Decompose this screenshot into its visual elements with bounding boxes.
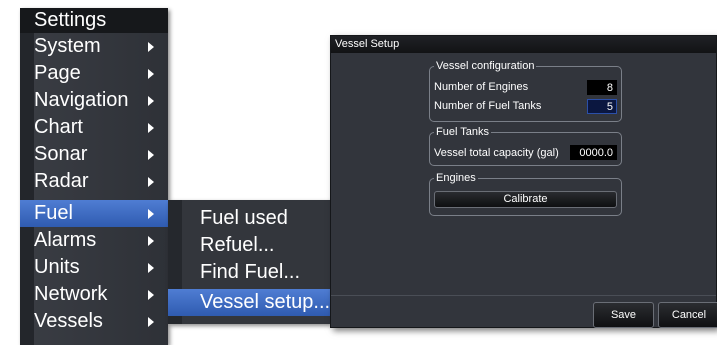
submenu-item-fuel-used[interactable]: Fuel used: [168, 205, 330, 232]
submenu-arrow-icon: [148, 42, 154, 52]
submenu-arrow-icon: [148, 209, 154, 219]
submenu-arrow-icon: [148, 69, 154, 79]
engines-label: Number of Engines: [434, 81, 529, 93]
settings-menu: Settings System Page Navigation Chart So…: [20, 8, 168, 345]
fuel-submenu: Fuel used Refuel... Find Fuel... Vessel …: [168, 200, 330, 324]
menu-item-label: Radar: [34, 170, 89, 192]
fuel-tanks-group: Fuel Tanks Vessel total capacity (gal) 0…: [429, 125, 622, 166]
menu-item-label: Vessels: [34, 310, 103, 332]
vessel-configuration-group: Vessel configuration Number of Engines 8…: [429, 59, 622, 122]
menu-item-sonar[interactable]: Sonar: [20, 141, 168, 168]
menu-item-label: Units: [34, 256, 80, 278]
cancel-button[interactable]: Cancel: [658, 302, 717, 328]
dialog-title: Vessel Setup: [331, 36, 716, 53]
submenu-arrow-icon: [148, 96, 154, 106]
submenu-arrow-icon: [148, 150, 154, 160]
fuel-tanks-label: Number of Fuel Tanks: [434, 100, 542, 112]
vessel-setup-dialog: Vessel Setup Vessel configuration Number…: [330, 35, 717, 328]
menu-item-vessels[interactable]: Vessels: [20, 308, 168, 335]
settings-menu-title: Settings: [20, 8, 168, 33]
group-legend: Vessel configuration: [434, 59, 537, 73]
menu-item-label: Navigation: [34, 89, 129, 111]
menu-item-label: Alarms: [34, 229, 97, 251]
submenu-item-vessel-setup[interactable]: Vessel setup...: [168, 289, 330, 316]
fuel-tanks-count-field[interactable]: 5: [587, 99, 617, 114]
engines-count-field[interactable]: 8: [587, 80, 617, 95]
submenu-arrow-icon: [148, 290, 154, 300]
menu-item-label: Chart: [34, 116, 83, 138]
menu-item-label: System: [34, 35, 101, 57]
menu-item-label: Network: [34, 283, 108, 305]
capacity-label: Vessel total capacity (gal): [434, 147, 559, 159]
total-capacity-field[interactable]: 0000.0: [570, 145, 617, 160]
menu-item-label: Fuel: [34, 202, 73, 224]
submenu-arrow-icon: [148, 317, 154, 327]
group-legend: Fuel Tanks: [434, 125, 491, 139]
submenu-item-find-fuel[interactable]: Find Fuel...: [168, 259, 330, 286]
menu-item-label: Sonar: [34, 143, 88, 165]
submenu-arrow-icon: [148, 177, 154, 187]
save-button[interactable]: Save: [593, 302, 654, 328]
engines-group: Engines Calibrate: [429, 171, 622, 216]
menu-item-system[interactable]: System: [20, 33, 168, 60]
menu-item-page[interactable]: Page: [20, 60, 168, 87]
group-legend: Engines: [434, 171, 478, 185]
menu-item-label: Page: [34, 62, 81, 84]
submenu-arrow-icon: [148, 123, 154, 133]
menu-item-chart[interactable]: Chart: [20, 114, 168, 141]
dialog-footer-divider: [331, 295, 716, 296]
submenu-arrow-icon: [148, 263, 154, 273]
menu-item-alarms[interactable]: Alarms: [20, 227, 168, 254]
calibrate-button[interactable]: Calibrate: [434, 191, 617, 208]
menu-item-fuel[interactable]: Fuel: [20, 200, 168, 227]
menu-item-radar[interactable]: Radar: [20, 168, 168, 195]
menu-item-navigation[interactable]: Navigation: [20, 87, 168, 114]
menu-item-units[interactable]: Units: [20, 254, 168, 281]
submenu-arrow-icon: [148, 236, 154, 246]
submenu-item-refuel[interactable]: Refuel...: [168, 232, 330, 259]
menu-item-network[interactable]: Network: [20, 281, 168, 308]
